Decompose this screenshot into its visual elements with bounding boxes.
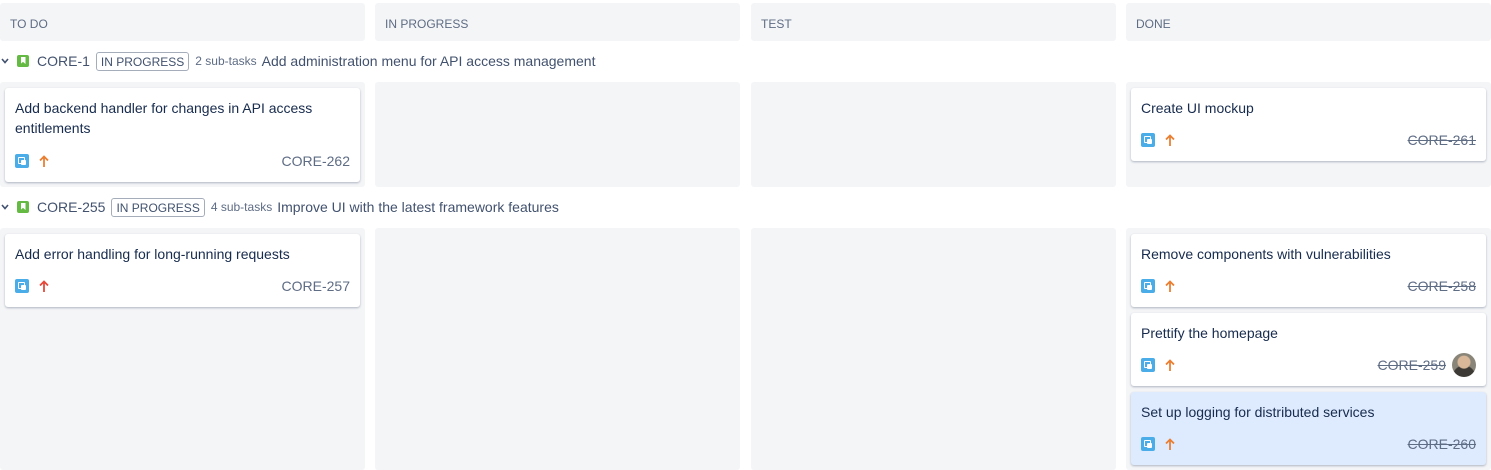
card-key[interactable]: CORE-261 [1408, 132, 1476, 148]
arrow-up-icon [1164, 279, 1176, 293]
subtask-icon [15, 279, 29, 293]
swimlane-header[interactable]: CORE-255 IN PROGRESS 4 sub-tasks Improve… [0, 194, 1491, 220]
subtask-icon [1141, 133, 1155, 147]
subtask-icon [1141, 358, 1155, 372]
arrow-up-icon [38, 154, 50, 168]
card-key[interactable]: CORE-257 [282, 278, 350, 294]
status-badge: IN PROGRESS [95, 51, 190, 71]
story-icon [17, 201, 29, 213]
cell-in-progress [375, 82, 740, 187]
card-summary: Create UI mockup [1141, 100, 1254, 116]
column-label: DONE [1136, 17, 1171, 31]
column-label: TEST [761, 17, 792, 31]
chevron-down-icon[interactable] [1, 204, 11, 210]
column-label: TO DO [10, 17, 48, 31]
card-summary: Prettify the homepage [1141, 325, 1278, 341]
issue-card[interactable]: Set up logging for distributed services … [1131, 392, 1486, 465]
card-key[interactable]: CORE-260 [1408, 436, 1476, 452]
arrow-up-icon [1164, 358, 1176, 372]
subtask-icon [1141, 279, 1155, 293]
assignee-avatar[interactable] [1452, 353, 1476, 377]
card-summary: Set up logging for distributed services [1141, 404, 1375, 420]
card-summary: Add error handling for long-running requ… [15, 246, 290, 262]
arrow-up-icon [1164, 437, 1176, 451]
issue-card[interactable]: Add backend handler for changes in API a… [5, 88, 360, 182]
chevron-down-icon[interactable] [1, 58, 11, 64]
column-header-test: TEST [751, 3, 1116, 41]
card-key[interactable]: CORE-259 [1378, 357, 1446, 373]
story-icon [17, 55, 29, 67]
cell-test [751, 228, 1116, 470]
card-summary: Remove components with vulnerabilities [1141, 246, 1391, 262]
parent-issue-key[interactable]: CORE-1 [37, 53, 90, 69]
issue-card[interactable]: Create UI mockup CORE-261 [1131, 88, 1486, 161]
column-label: IN PROGRESS [385, 17, 469, 31]
swimlane-header[interactable]: CORE-1 IN PROGRESS 2 sub-tasks Add admin… [0, 48, 1491, 74]
issue-card[interactable]: Add error handling for long-running requ… [5, 234, 360, 307]
status-badge: IN PROGRESS [111, 197, 205, 217]
arrow-up-icon [38, 279, 50, 293]
subtask-icon [15, 154, 29, 168]
subtask-count: 2 sub-tasks [195, 54, 257, 68]
column-header-done: DONE [1126, 3, 1491, 41]
cell-test [751, 82, 1116, 187]
arrow-up-icon [1164, 133, 1176, 147]
issue-card[interactable]: Prettify the homepage CORE-259 [1131, 313, 1486, 386]
card-key[interactable]: CORE-262 [282, 153, 350, 169]
parent-issue-key[interactable]: CORE-255 [37, 199, 105, 215]
card-key[interactable]: CORE-258 [1408, 278, 1476, 294]
column-header-todo: TO DO [0, 3, 365, 41]
issue-card[interactable]: Remove components with vulnerabilities C… [1131, 234, 1486, 307]
subtask-icon [1141, 437, 1155, 451]
card-summary: Add backend handler for changes in API a… [15, 100, 313, 136]
subtask-count: 4 sub-tasks [210, 200, 273, 214]
parent-issue-summary: Improve UI with the latest framework fea… [277, 199, 559, 215]
column-header-in-progress: IN PROGRESS [375, 3, 740, 41]
parent-issue-summary: Add administration menu for API access m… [261, 53, 596, 69]
cell-in-progress [375, 228, 740, 470]
